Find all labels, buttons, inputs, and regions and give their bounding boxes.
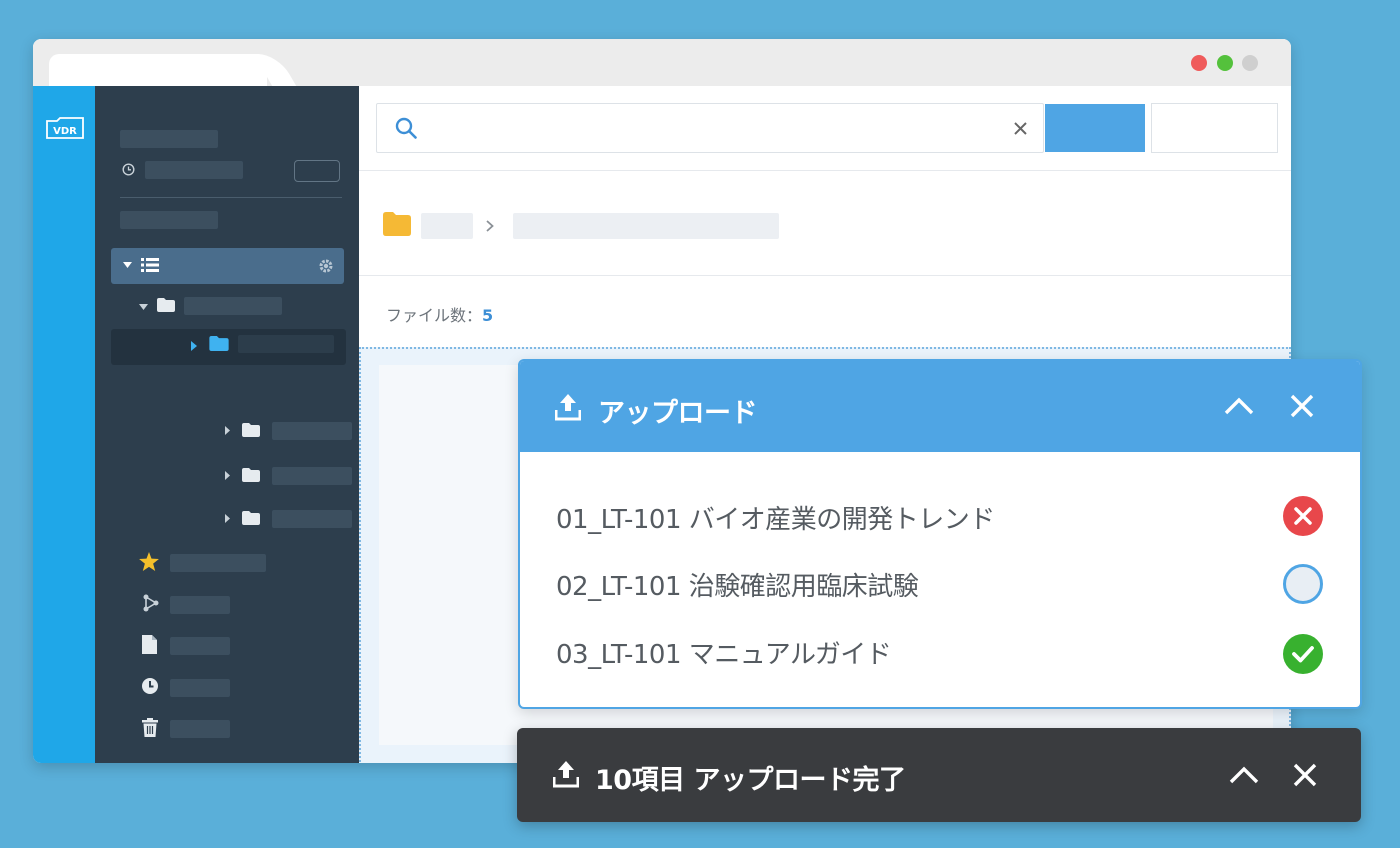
trash-icon[interactable]	[142, 718, 158, 737]
upload-panel-header: アップロード	[520, 361, 1360, 452]
nav-history-placeholder[interactable]	[170, 679, 230, 697]
sidebar-title-placeholder	[120, 130, 218, 148]
upload-panel: アップロード 01_LT-101 バイオ産業の開発トレンド 02_LT-101 …	[518, 359, 1362, 709]
close-icon[interactable]	[1288, 758, 1322, 792]
folder-icon	[242, 511, 260, 525]
tree-subfolder-placeholder	[272, 510, 352, 528]
tree-subfolder-placeholder	[272, 422, 352, 440]
error-circle-icon[interactable]	[1282, 495, 1324, 537]
upload-item: 01_LT-101 バイオ産業の開発トレンド	[556, 505, 995, 535]
divider	[359, 275, 1291, 276]
check-circle-icon	[1283, 634, 1323, 674]
folder-icon	[242, 468, 260, 482]
breadcrumb-current-placeholder[interactable]	[513, 213, 779, 239]
divider	[359, 170, 1291, 171]
chevron-up-icon[interactable]	[1227, 758, 1261, 792]
close-icon[interactable]	[1285, 389, 1319, 423]
search-bar[interactable]	[376, 103, 1044, 153]
caret-down-icon[interactable]	[123, 262, 132, 269]
upload-panel-title: アップロード	[598, 398, 758, 429]
star-icon[interactable]	[139, 552, 159, 571]
document-icon[interactable]	[142, 635, 157, 654]
sidebar-divider	[120, 197, 342, 198]
pending-circle-icon	[1283, 564, 1323, 604]
window-minimize-dot[interactable]	[1242, 55, 1258, 71]
folder-icon	[209, 336, 229, 351]
sidebar-section-placeholder	[120, 211, 218, 229]
history-icon[interactable]	[141, 677, 159, 695]
tree-folder-active-placeholder	[238, 335, 334, 353]
nav-favorites-placeholder[interactable]	[170, 554, 266, 572]
breadcrumb-root-placeholder[interactable]	[421, 213, 473, 239]
window-close-dot[interactable]	[1191, 55, 1207, 71]
secondary-button[interactable]	[1151, 103, 1278, 153]
app-rail: VDR	[33, 86, 95, 763]
upload-item: 02_LT-101 治験確認用臨床試験	[556, 572, 919, 602]
caret-right-icon[interactable]	[225, 471, 230, 480]
folder-icon	[157, 298, 175, 312]
close-icon[interactable]	[1014, 122, 1027, 135]
sidebar	[95, 86, 359, 763]
title-bar	[33, 39, 1291, 86]
nav-shared-placeholder[interactable]	[170, 596, 230, 614]
caret-down-icon[interactable]	[139, 304, 148, 311]
tree-folder-placeholder	[184, 297, 282, 315]
caret-right-icon[interactable]	[191, 341, 197, 351]
folder-icon[interactable]	[383, 212, 411, 236]
upload-icon	[553, 761, 579, 788]
upload-complete-title: 10項目 アップロード完了	[595, 765, 906, 796]
tree-subfolder-placeholder	[272, 467, 352, 485]
search-icon	[395, 117, 417, 139]
sidebar-recent-placeholder	[145, 161, 243, 179]
folder-icon	[242, 423, 260, 437]
caret-right-icon[interactable]	[225, 426, 230, 435]
upload-complete-bar: 10項目 アップロード完了	[517, 728, 1361, 822]
window-maximize-dot[interactable]	[1217, 55, 1233, 71]
chevron-up-icon[interactable]	[1222, 389, 1256, 423]
nav-documents-placeholder[interactable]	[170, 637, 230, 655]
caret-right-icon[interactable]	[225, 514, 230, 523]
search-button[interactable]	[1045, 104, 1145, 152]
search-input[interactable]	[433, 114, 997, 144]
file-count-label: ファイル数：	[386, 306, 483, 325]
upload-item: 03_LT-101 マニュアルガイド	[556, 640, 892, 670]
vdr-logo-icon[interactable]: VDR	[45, 116, 85, 140]
file-count: ファイル数：5	[386, 302, 493, 326]
browser-tab[interactable]	[49, 54, 267, 86]
svg-text:VDR: VDR	[53, 126, 77, 137]
list-icon	[141, 258, 159, 272]
upload-icon	[555, 394, 581, 421]
gear-icon[interactable]	[318, 258, 334, 274]
chevron-right-icon	[486, 220, 494, 232]
share-icon[interactable]	[142, 594, 160, 612]
sidebar-toggle-button[interactable]	[294, 160, 340, 182]
clock-icon	[122, 163, 135, 176]
file-count-value: 5	[482, 306, 494, 325]
nav-trash-placeholder[interactable]	[170, 720, 230, 738]
